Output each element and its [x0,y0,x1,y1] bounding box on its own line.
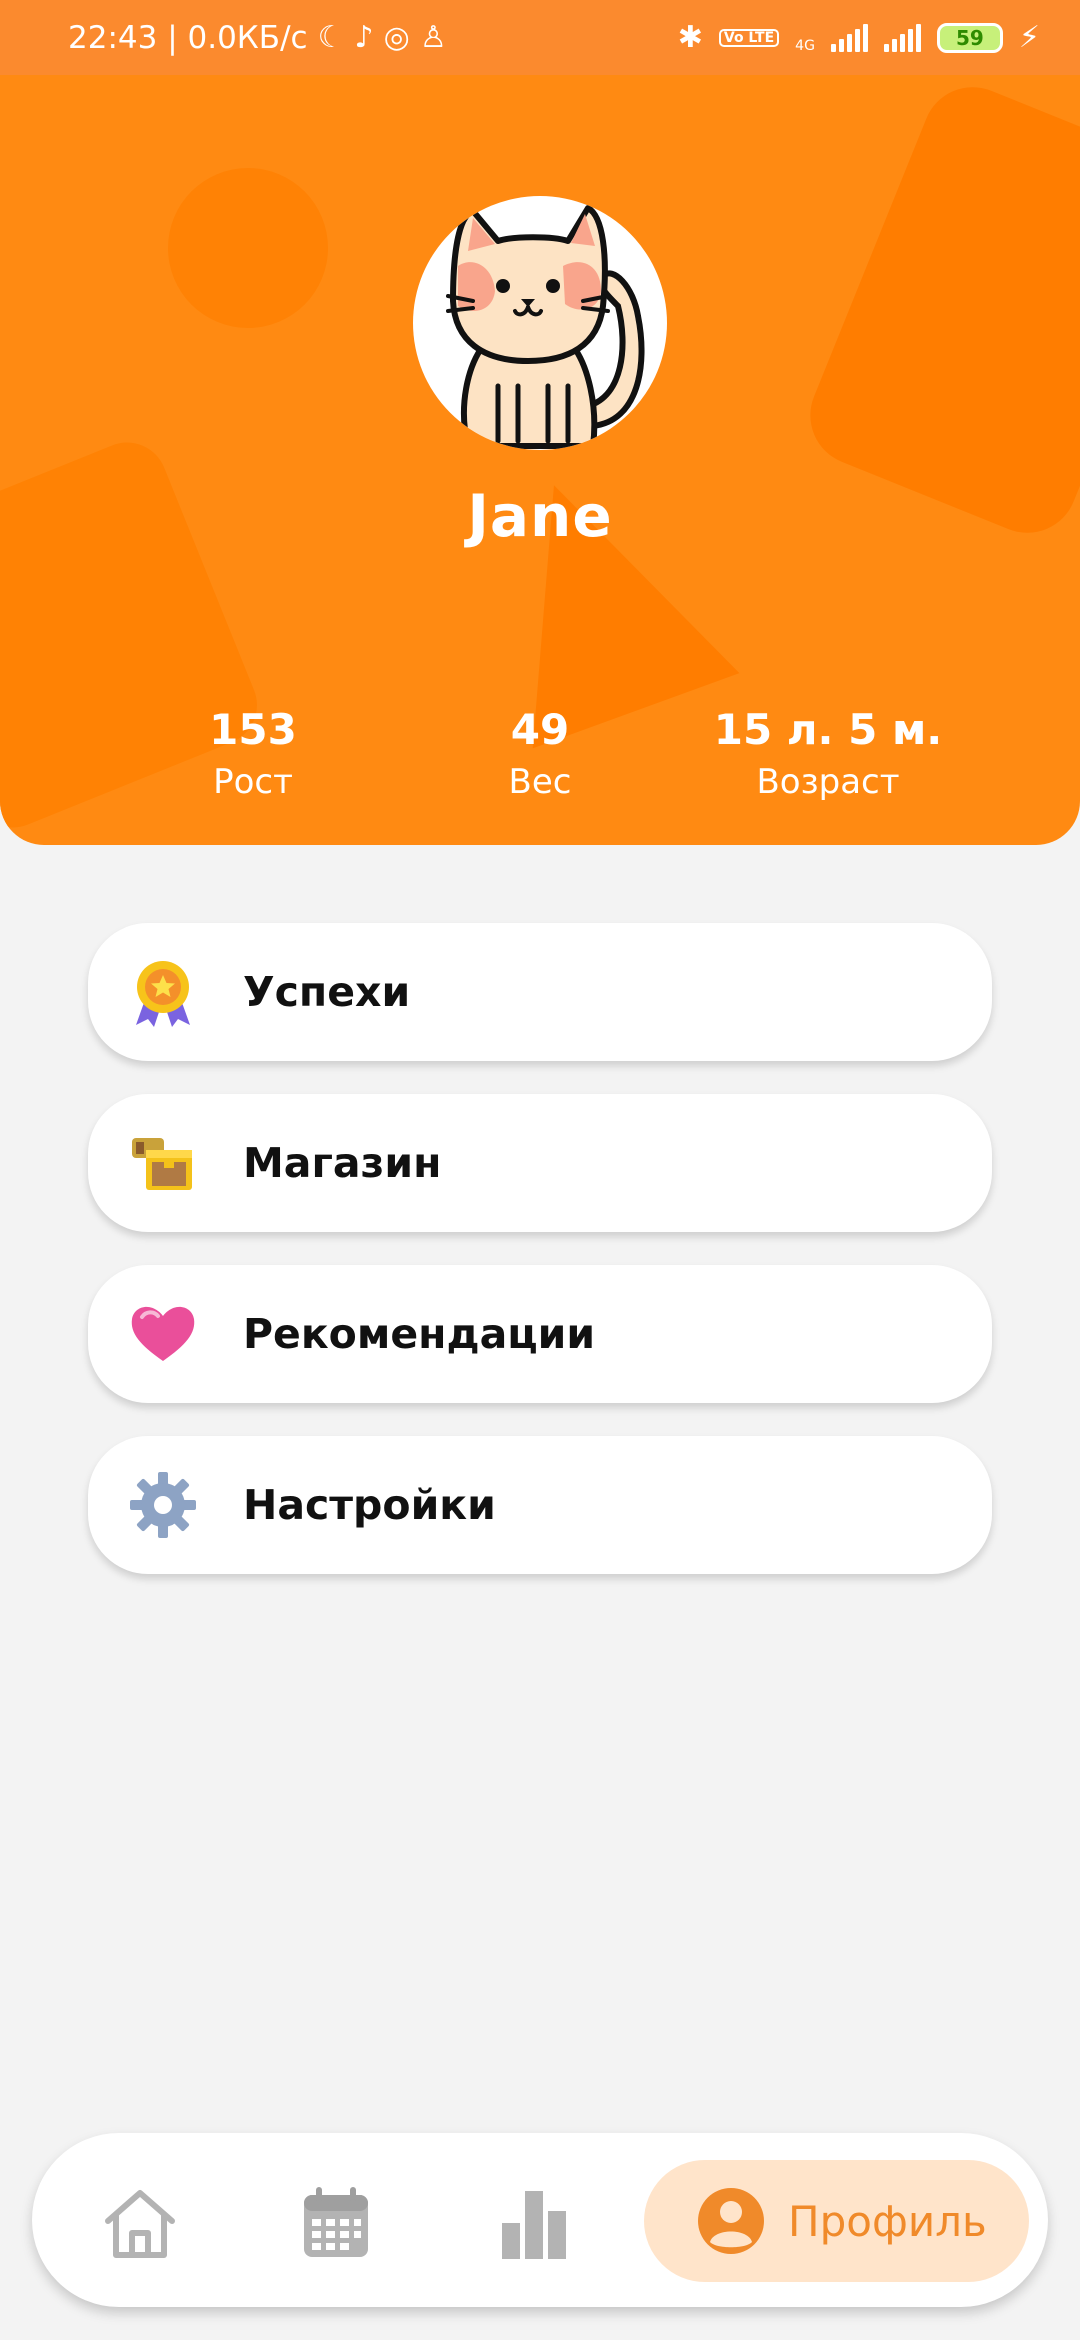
stat-label: Рост [213,762,293,802]
menu-item-achievements[interactable]: Успехи [88,923,992,1061]
stat-value: 49 [510,705,570,754]
stat-weight: 49 Вес [390,705,690,802]
tab-profile-label: Профиль [788,2196,987,2246]
medal-icon [136,961,190,1027]
menu-item-shop[interactable]: Магазин [88,1094,992,1232]
treasure-chest-icon [132,1138,192,1190]
qq-icon: ♙ [419,20,447,55]
status-time: 22:43 | 0.0КБ/с [68,19,308,56]
calendar-icon[interactable] [296,2183,376,2263]
cat-avatar[interactable] [413,196,667,450]
battery-icon: 59 [936,22,1003,53]
menu-label: Успехи [243,968,411,1016]
vpn-icon: ◎ [383,20,410,55]
profile-icon [698,2188,764,2254]
status-bar: 22:43 | 0.0КБ/с ☾ ♪ ◎ ♙ ✱ Vo LTE 4G 59 ⚡ [0,0,1080,75]
menu-item-settings[interactable]: Настройки [88,1436,992,1574]
menu-label: Магазин [243,1139,442,1187]
network-type: 4G [795,38,815,54]
bottom-navigation: Профиль [32,2133,1048,2307]
heart-icon [131,1306,195,1361]
profile-header: Jane 153 Рост 49 Вес 15 л. 5 м. Возраст [0,0,1080,845]
bluetooth-icon: ✱ [677,20,703,55]
tab-profile[interactable]: Профиль [644,2160,1029,2282]
menu-item-recommendations[interactable]: Рекомендации [88,1265,992,1403]
stat-height: 153 Рост [103,705,403,802]
cat-icon [446,205,645,449]
decor-square-right [795,72,1080,548]
stats-bar-icon[interactable] [494,2183,574,2263]
home-icon[interactable] [100,2183,180,2263]
stat-label: Возраст [756,762,900,802]
stat-age: 15 л. 5 м. Возраст [678,705,978,802]
charging-icon: ⚡ [1018,20,1040,55]
stat-label: Вес [508,762,572,802]
signal-icon [883,23,921,52]
menu-label: Настройки [243,1481,496,1529]
stat-value: 153 [209,705,297,754]
moon-icon: ☾ [317,20,345,55]
stat-value: 15 л. 5 м. [713,705,943,754]
profile-name: Jane [467,482,613,550]
gear-icon [130,1472,196,1538]
volte-icon: Vo LTE [718,28,780,47]
menu-label: Рекомендации [243,1310,596,1358]
signal-icon [830,23,868,52]
tiktok-icon: ♪ [354,20,374,55]
decor-circle [168,168,328,328]
